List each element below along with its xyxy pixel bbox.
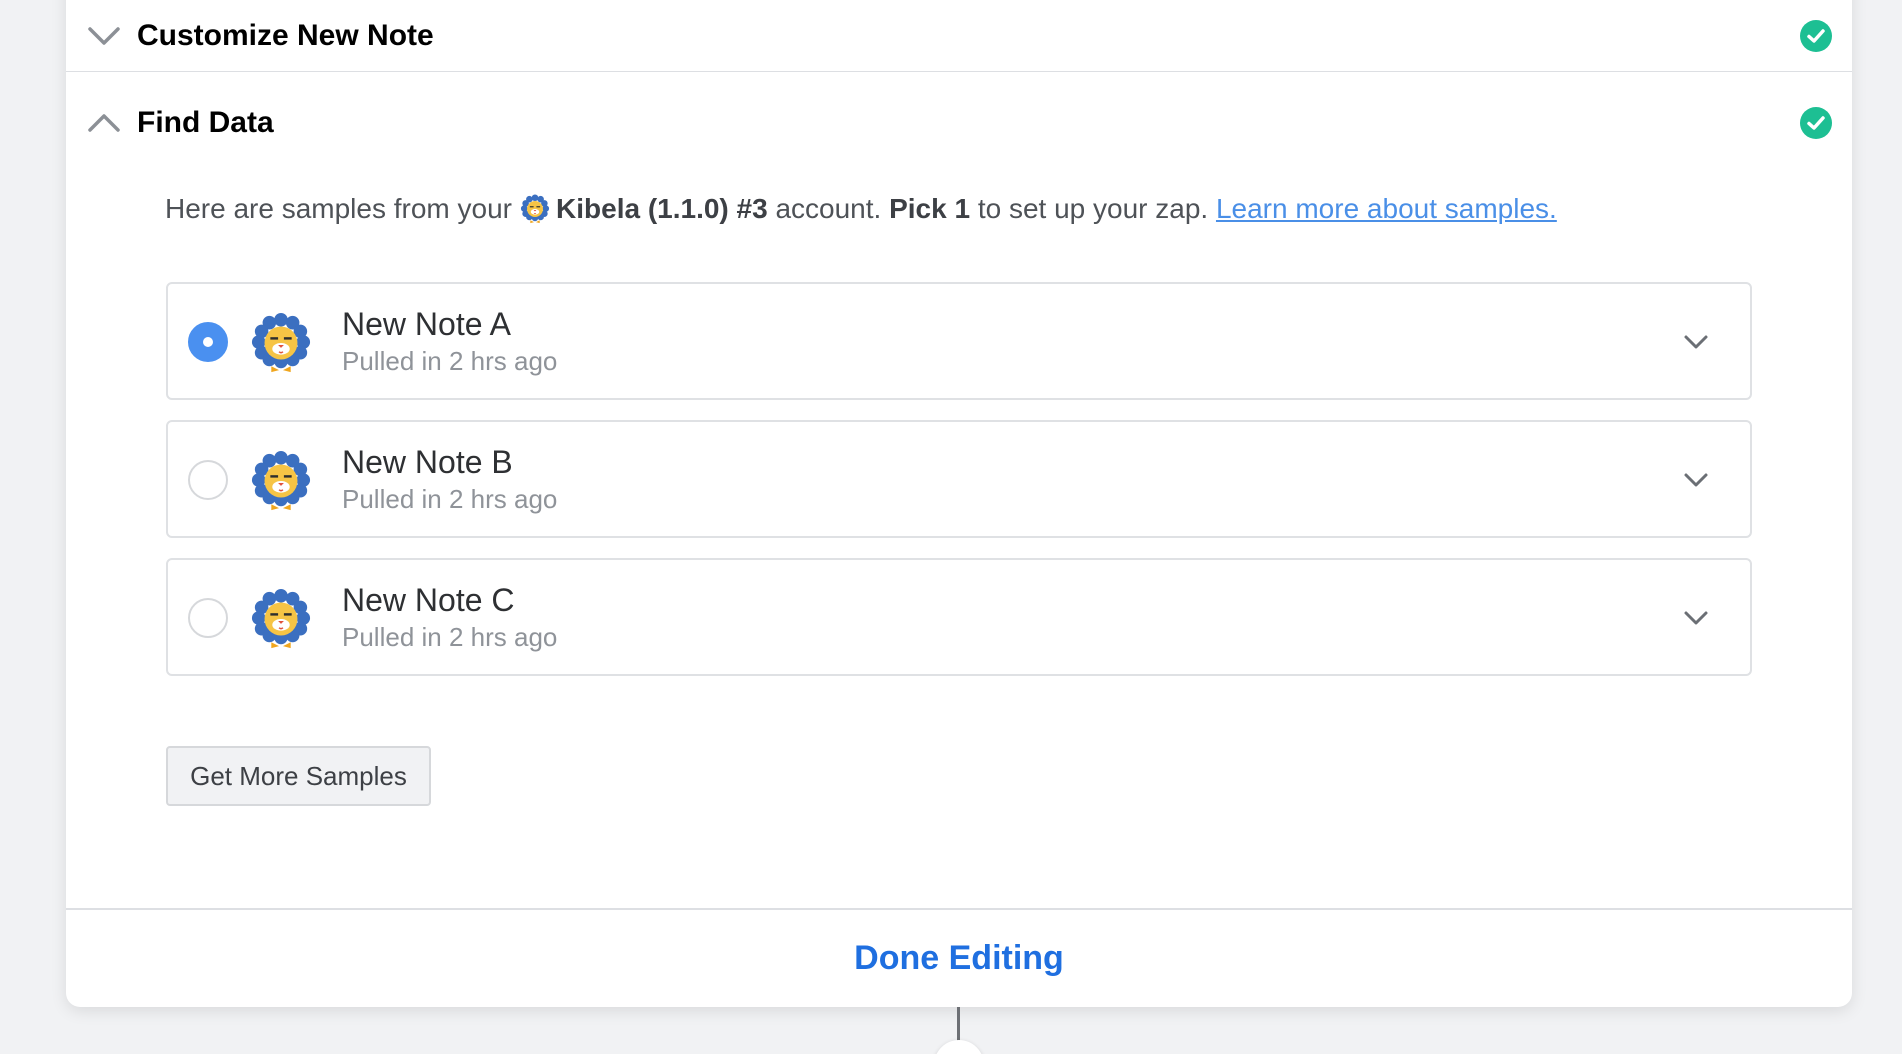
intro-prefix: Here are samples from your (165, 193, 513, 224)
check-circle-icon (1800, 107, 1832, 139)
section-customize-header[interactable]: Customize New Note (66, 0, 1852, 72)
sample-pulled-time: Pulled in 2 hrs ago (342, 484, 558, 514)
kibela-lion-icon (520, 194, 550, 224)
sample-item[interactable]: New Note C Pulled in 2 hrs ago (166, 558, 1752, 676)
sample-item[interactable]: New Note A Pulled in 2 hrs ago (166, 282, 1752, 400)
get-more-samples-button[interactable]: Get More Samples (166, 746, 431, 806)
samples-intro-text: Here are samples from your Kibela (1.1.0… (165, 193, 1557, 225)
account-name: Kibela (1.1.0) #3 (556, 193, 768, 224)
intro-suffix: to set up your zap. (977, 193, 1209, 224)
sample-pulled-time: Pulled in 2 hrs ago (342, 622, 558, 652)
kibela-lion-icon (250, 588, 312, 650)
chevron-down-icon[interactable] (1680, 464, 1712, 496)
sample-radio[interactable] (188, 598, 228, 638)
kibela-lion-icon (250, 312, 312, 374)
section-find-data-header[interactable]: Find Data (66, 73, 1852, 173)
sample-name: New Note A (342, 306, 511, 342)
sample-name: New Note C (342, 582, 515, 618)
add-step-node[interactable] (934, 1040, 984, 1054)
pick-count: Pick 1 (889, 193, 971, 224)
chevron-up-icon (84, 103, 124, 143)
learn-more-link[interactable]: Learn more about samples. (1216, 193, 1557, 225)
sample-name: New Note B (342, 444, 513, 480)
sample-pulled-time: Pulled in 2 hrs ago (342, 346, 558, 376)
sample-radio-selected[interactable] (188, 322, 228, 362)
sample-item[interactable]: New Note B Pulled in 2 hrs ago (166, 420, 1752, 538)
chevron-down-icon[interactable] (1680, 602, 1712, 634)
check-circle-icon (1800, 19, 1832, 52)
intro-middle: account. (775, 193, 882, 224)
done-editing-button[interactable]: Done Editing (854, 939, 1064, 978)
sample-radio[interactable] (188, 460, 228, 500)
chevron-down-icon[interactable] (1680, 326, 1712, 358)
card-footer: Done Editing (66, 908, 1852, 1007)
chevron-down-icon (84, 16, 124, 56)
section-title-customize: Customize New Note (137, 18, 434, 52)
zap-step-card: Customize New Note Find Data Here are sa… (66, 0, 1852, 1007)
kibela-lion-icon (250, 450, 312, 512)
section-title-find-data: Find Data (137, 106, 274, 139)
